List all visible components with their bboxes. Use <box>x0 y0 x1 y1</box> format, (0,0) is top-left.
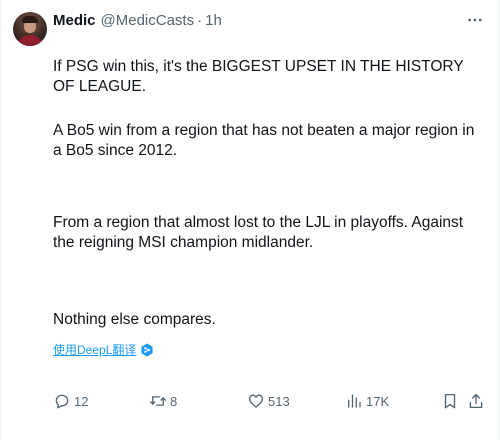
tweet-paragraph: If PSG win this, it's the BIGGEST UPSET … <box>53 58 464 95</box>
translate-link[interactable]: 使用DeepL翻译 <box>53 341 154 358</box>
deepl-icon <box>140 343 154 357</box>
more-horizontal-icon[interactable] <box>465 10 485 30</box>
share-button[interactable] <box>467 389 488 413</box>
header-separator: · <box>197 11 203 29</box>
tweet-header: Medic @MedicCasts · 1h <box>53 10 222 30</box>
display-name[interactable]: Medic <box>53 12 96 29</box>
heart-icon <box>248 394 264 408</box>
action-bar: 12 8 513 17K <box>53 389 491 413</box>
reply-button[interactable]: 12 <box>53 389 88 413</box>
views-button[interactable]: 17K <box>345 389 389 413</box>
like-count: 513 <box>268 393 290 409</box>
more-icon-glyph <box>468 18 482 22</box>
reply-count: 12 <box>74 393 89 409</box>
timestamp[interactable]: 1h <box>205 12 222 29</box>
tweet-paragraph: A Bo5 win from a region that has not bea… <box>53 122 475 159</box>
user-handle[interactable]: @MedicCasts <box>101 12 195 29</box>
tweet-paragraph: Nothing else compares. <box>53 311 216 328</box>
retweet-count: 8 <box>170 393 178 409</box>
reply-icon <box>55 394 69 409</box>
tweet-paragraph: From a region that almost lost to the LJ… <box>53 214 464 251</box>
views-icon <box>348 394 361 408</box>
translate-label: 使用DeepL翻译 <box>53 343 137 357</box>
share-icon <box>469 393 483 409</box>
bookmark-button[interactable] <box>441 389 462 413</box>
tweet: Medic @MedicCasts · 1h If PSG win this, … <box>0 0 500 440</box>
retweet-icon <box>149 396 167 406</box>
retweet-button[interactable]: 8 <box>149 389 177 413</box>
avatar[interactable] <box>13 12 47 46</box>
views-count: 17K <box>366 393 390 409</box>
avatar-shirt <box>17 35 43 46</box>
avatar-hair <box>22 16 38 23</box>
like-button[interactable]: 513 <box>247 389 290 413</box>
bookmark-icon <box>444 393 456 409</box>
